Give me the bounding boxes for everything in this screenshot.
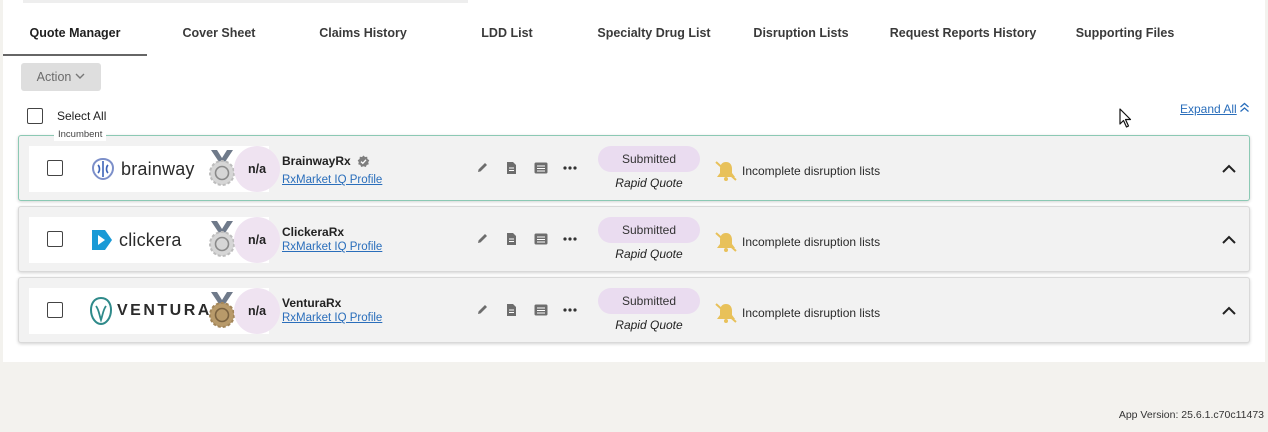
bell-off-icon <box>715 232 737 252</box>
tab-quote-manager[interactable]: Quote Manager <box>3 14 147 56</box>
vendor-logo-area: brainway n/a <box>29 146 280 192</box>
vendor-name: BrainwayRx <box>282 154 370 168</box>
ventura-logo: VENTURA <box>89 296 212 326</box>
disruption-warning: Incomplete disruption lists <box>714 231 880 253</box>
document-icon[interactable] <box>504 302 519 317</box>
more-icon[interactable] <box>562 302 577 317</box>
vendor-card-ventura[interactable]: VENTURA n/a VenturaRx RxMarket IQ Profil… <box>18 277 1250 343</box>
chevron-up-icon <box>1222 306 1236 315</box>
disruption-warning: Incomplete disruption lists <box>714 302 880 324</box>
play-icon <box>92 230 112 250</box>
warning-text: Incomplete disruption lists <box>742 235 881 249</box>
select-all[interactable]: Select All <box>27 108 106 124</box>
tab-bar: Quote Manager Cover Sheet Claims History… <box>3 14 1265 56</box>
brain-icon <box>91 157 115 181</box>
select-all-checkbox[interactable] <box>27 108 43 124</box>
action-dropdown-button[interactable]: Action <box>21 63 101 91</box>
bell-off-icon <box>715 303 737 323</box>
vendor-name-text: BrainwayRx <box>282 154 351 168</box>
rating-circle: n/a <box>234 217 280 263</box>
row-actions <box>475 231 577 246</box>
vendor-logo-text: brainway <box>121 158 195 179</box>
vendor-logo-area: VENTURA n/a <box>29 288 280 334</box>
expand-all-link[interactable]: Expand All <box>1180 102 1250 116</box>
vendor-card-clickera[interactable]: clickera n/a ClickeraRx RxMarket IQ Prof… <box>18 206 1250 272</box>
status-badge[interactable]: Submitted <box>598 288 700 314</box>
collapse-row-button[interactable] <box>1219 158 1239 178</box>
vendor-name: VenturaRx <box>282 296 341 310</box>
incumbent-tag: Incumbent <box>54 129 107 141</box>
vendor-logo-area: clickera n/a <box>29 217 280 263</box>
collapse-row-button[interactable] <box>1219 300 1239 320</box>
vendor-logo-text: VENTURA <box>117 302 212 319</box>
warning-text: Incomplete disruption lists <box>742 164 881 178</box>
vendor-name-text: VenturaRx <box>282 296 342 310</box>
row-actions <box>475 160 577 175</box>
medal-icon <box>209 150 235 186</box>
brainway-logo: brainway <box>89 154 195 184</box>
tab-specialty-drug-list[interactable]: Specialty Drug List <box>591 14 717 56</box>
tab-cover-sheet[interactable]: Cover Sheet <box>157 14 281 56</box>
status-badge[interactable]: Submitted <box>598 146 700 172</box>
verified-badge-icon <box>357 155 370 167</box>
list-icon[interactable] <box>533 231 548 246</box>
vendor-name: ClickeraRx <box>282 225 344 239</box>
rating-circle: n/a <box>234 146 280 192</box>
chevron-up-icon <box>1222 164 1236 173</box>
quote-type-label: Rapid Quote <box>615 247 683 261</box>
tab-claims-history[interactable]: Claims History <box>301 14 425 56</box>
row-checkbox[interactable] <box>47 160 63 176</box>
main-panel: Quote Manager Cover Sheet Claims History… <box>3 0 1265 362</box>
edit-icon[interactable] <box>475 160 490 175</box>
tab-supporting-files[interactable]: Supporting Files <box>1063 14 1187 56</box>
tab-disruption-lists[interactable]: Disruption Lists <box>739 14 863 56</box>
warning-text: Incomplete disruption lists <box>742 306 881 320</box>
more-icon[interactable] <box>562 231 577 246</box>
rxmarket-profile-link[interactable]: RxMarket IQ Profile <box>282 174 382 186</box>
edit-icon[interactable] <box>475 302 490 317</box>
chevron-down-icon <box>75 72 85 82</box>
vendor-card-brainway[interactable]: Incumbent brainway n/a BrainwayRx RxMark… <box>18 129 1250 201</box>
quote-type-label: Rapid Quote <box>615 318 683 332</box>
more-icon[interactable] <box>562 160 577 175</box>
app-version: App Version: 25.6.1.c70c11473 <box>1118 409 1264 421</box>
row-checkbox[interactable] <box>47 302 63 318</box>
list-icon[interactable] <box>533 160 548 175</box>
document-icon[interactable] <box>504 160 519 175</box>
row-checkbox[interactable] <box>47 231 63 247</box>
collapse-row-button[interactable] <box>1219 229 1239 249</box>
ventura-emblem-icon <box>89 296 113 326</box>
disruption-warning: Incomplete disruption lists <box>714 160 880 182</box>
rxmarket-profile-link[interactable]: RxMarket IQ Profile <box>282 312 382 324</box>
status-badge[interactable]: Submitted <box>598 217 700 243</box>
medal-icon <box>209 221 235 257</box>
rxmarket-profile-link[interactable]: RxMarket IQ Profile <box>282 241 382 253</box>
row-actions <box>475 302 577 317</box>
expand-all-label: Expand All <box>1180 102 1237 116</box>
vendor-name-text: ClickeraRx <box>282 225 345 239</box>
top-divider <box>23 0 468 3</box>
double-chevron-up-icon <box>1239 102 1250 116</box>
list-icon[interactable] <box>533 302 548 317</box>
document-icon[interactable] <box>504 231 519 246</box>
bell-off-icon <box>715 161 737 181</box>
select-all-label: Select All <box>57 109 107 123</box>
vendor-logo-text: clickera <box>119 229 182 250</box>
action-label: Action <box>36 70 72 84</box>
medal-icon <box>209 292 235 328</box>
rating-circle: n/a <box>234 288 280 334</box>
tab-request-reports-history[interactable]: Request Reports History <box>881 14 1045 56</box>
tab-ldd-list[interactable]: LDD List <box>445 14 569 56</box>
mouse-cursor-icon <box>1119 108 1133 131</box>
clickera-logo: clickera <box>89 225 182 255</box>
quote-type-label: Rapid Quote <box>615 176 683 190</box>
chevron-up-icon <box>1222 235 1236 244</box>
edit-icon[interactable] <box>475 231 490 246</box>
